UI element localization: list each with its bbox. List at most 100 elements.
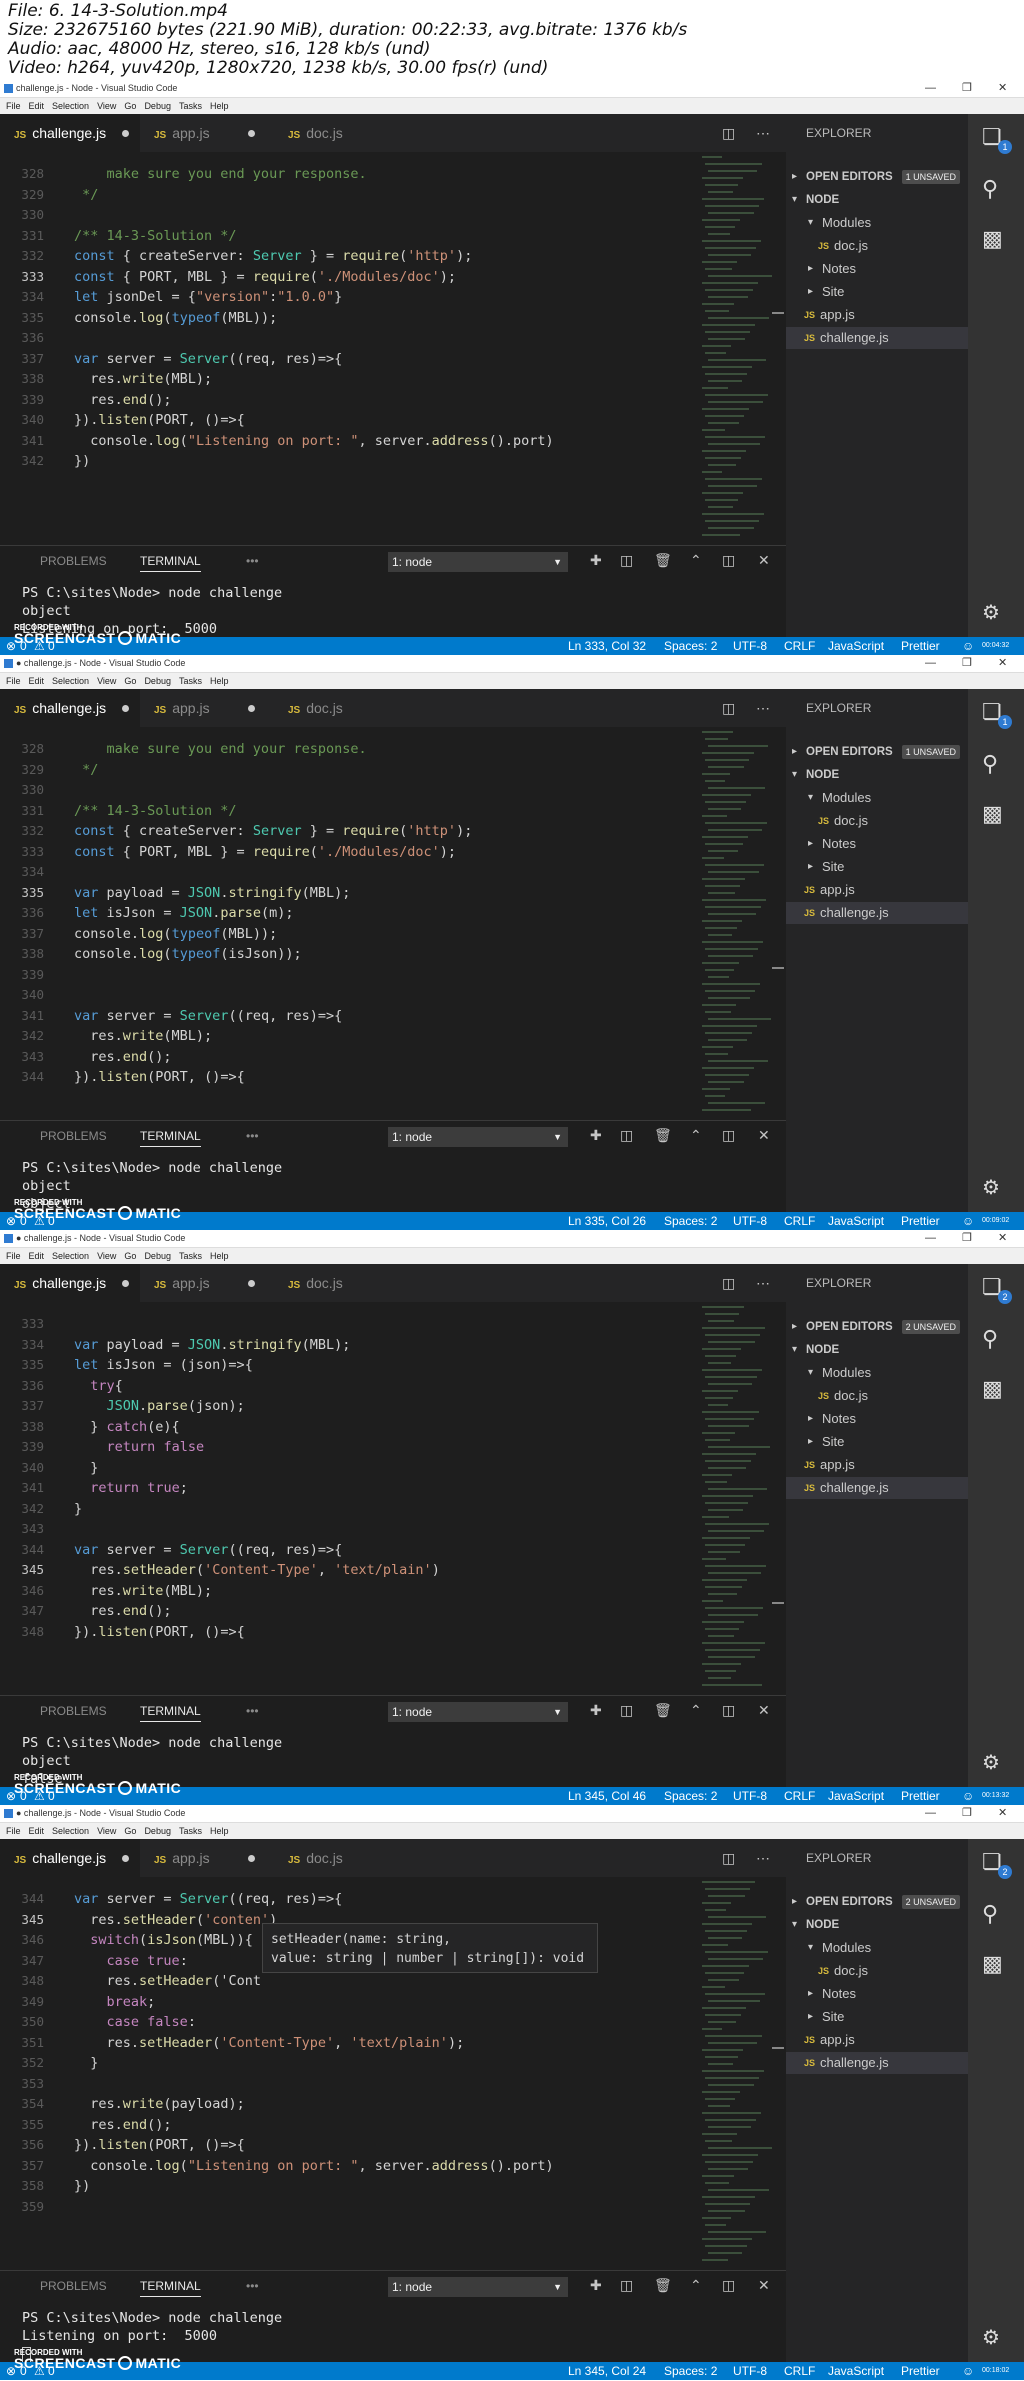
code-line[interactable]: console.log("Listening on port: ", serve… bbox=[74, 2156, 553, 2176]
minimize-icon[interactable]: — bbox=[925, 80, 936, 97]
tab-doc-js[interactable]: JS doc.js bbox=[274, 689, 394, 727]
code-line[interactable]: let isJson = JSON.parse(m); bbox=[74, 903, 293, 923]
kill-terminal-icon[interactable]: 🗑 bbox=[654, 552, 672, 569]
code-line[interactable]: }) bbox=[74, 2176, 90, 2196]
gear-icon[interactable]: ⚙ bbox=[982, 1175, 1000, 1200]
prettier-status[interactable]: Prettier bbox=[901, 2362, 940, 2380]
cursor-position[interactable]: Ln 345, Col 24 bbox=[568, 2362, 646, 2380]
node-folder[interactable]: ▾ NODE bbox=[786, 189, 968, 211]
code-line[interactable]: }).listen(PORT, ()=>{ bbox=[74, 410, 245, 430]
code-editor[interactable]: 328 make sure you end your response. 329 … bbox=[0, 727, 786, 1120]
menu-item[interactable]: Tasks bbox=[179, 1251, 202, 1261]
site-folder[interactable]: ▸ Site bbox=[786, 856, 968, 878]
notes-folder[interactable]: ▸ Notes bbox=[786, 1408, 968, 1430]
code-line[interactable]: return true; bbox=[74, 1478, 188, 1498]
toggle-panel-icon[interactable]: ◫ bbox=[722, 2277, 735, 2294]
open-editors-header[interactable]: ▸ OPEN EDITORS 2 UNSAVED bbox=[786, 1316, 968, 1338]
cursor-position[interactable]: Ln 345, Col 46 bbox=[568, 1787, 646, 1805]
code-line[interactable]: break; bbox=[74, 1992, 156, 2012]
maximize-icon[interactable]: ❐ bbox=[962, 80, 972, 97]
code-line[interactable]: case true: bbox=[74, 1951, 188, 1971]
split-editor-icon[interactable]: ◫ bbox=[722, 114, 735, 152]
code-line[interactable]: } bbox=[74, 1499, 82, 1519]
challenge-js-file[interactable]: JS challenge.js bbox=[786, 1477, 968, 1499]
menu-item[interactable]: File bbox=[6, 1826, 21, 1836]
code-line[interactable]: case false: bbox=[74, 2012, 196, 2032]
menu-item[interactable]: Tasks bbox=[179, 676, 202, 686]
toggle-panel-icon[interactable]: ◫ bbox=[722, 1127, 735, 1144]
search-icon[interactable]: ⚲ bbox=[982, 751, 998, 777]
minimize-icon[interactable]: — bbox=[925, 655, 936, 672]
code-line[interactable]: res.end(); bbox=[74, 1047, 171, 1067]
code-line[interactable]: res.write(MBL); bbox=[74, 1026, 212, 1046]
code-line[interactable]: const { PORT, MBL } = require('./Modules… bbox=[74, 267, 456, 287]
site-folder[interactable]: ▸ Site bbox=[786, 2006, 968, 2028]
split-terminal-icon[interactable]: ◫ bbox=[620, 1702, 633, 1719]
notes-folder[interactable]: ▸ Notes bbox=[786, 258, 968, 280]
language-mode[interactable]: JavaScript bbox=[828, 2362, 884, 2380]
new-terminal-icon[interactable]: ✚ bbox=[590, 1702, 602, 1719]
menu-item[interactable]: Go bbox=[124, 1826, 136, 1836]
minimize-icon[interactable]: — bbox=[925, 1230, 936, 1247]
code-editor[interactable]: 328 make sure you end your response. 329 … bbox=[0, 152, 786, 545]
challenge-js-file[interactable]: JS challenge.js bbox=[786, 2052, 968, 2074]
app-js-file[interactable]: JS app.js bbox=[786, 304, 968, 326]
app-js-file[interactable]: JS app.js bbox=[786, 879, 968, 901]
menu-item[interactable]: Selection bbox=[52, 676, 89, 686]
code-line[interactable]: var server = Server((req, res)=>{ bbox=[74, 349, 342, 369]
indentation[interactable]: Spaces: 2 bbox=[664, 2362, 717, 2380]
doc-js-file[interactable]: JS doc.js bbox=[786, 235, 968, 257]
gear-icon[interactable]: ⚙ bbox=[982, 2325, 1000, 2350]
more-actions-icon[interactable]: ⋯ bbox=[756, 689, 770, 727]
line-ending[interactable]: CRLF bbox=[784, 1212, 815, 1230]
code-line[interactable]: make sure you end your response. bbox=[74, 164, 367, 184]
menu-item[interactable]: Go bbox=[124, 101, 136, 111]
minimap[interactable] bbox=[700, 727, 772, 1120]
code-line[interactable]: const { PORT, MBL } = require('./Modules… bbox=[74, 842, 456, 862]
tab-terminal[interactable]: TERMINAL bbox=[140, 1704, 201, 1722]
code-line[interactable]: }) bbox=[74, 451, 90, 471]
kill-terminal-icon[interactable]: 🗑 bbox=[654, 1127, 672, 1144]
code-line[interactable]: res.setHeader('Cont bbox=[74, 1971, 261, 1991]
tab-problems[interactable]: PROBLEMS bbox=[40, 1704, 107, 1718]
terminal-select[interactable]: 1: node ▼ bbox=[388, 1702, 568, 1722]
modules-folder[interactable]: ▾ Modules bbox=[786, 787, 968, 809]
gear-icon[interactable]: ⚙ bbox=[982, 600, 1000, 625]
tab-challenge-js[interactable]: JS challenge.js bbox=[0, 1839, 140, 1877]
code-line[interactable]: res.setHeader('Content-Type', 'text/plai… bbox=[74, 2033, 465, 2053]
terminal-select[interactable]: 1: node ▼ bbox=[388, 2277, 568, 2297]
cursor-position[interactable]: Ln 333, Col 32 bbox=[568, 637, 646, 655]
menu-item[interactable]: Debug bbox=[144, 1826, 171, 1836]
site-folder[interactable]: ▸ Site bbox=[786, 281, 968, 303]
search-icon[interactable]: ⚲ bbox=[982, 1326, 998, 1352]
app-js-file[interactable]: JS app.js bbox=[786, 2029, 968, 2051]
tab-app-js[interactable]: JS app.js bbox=[140, 689, 274, 727]
open-editors-header[interactable]: ▸ OPEN EDITORS 1 UNSAVED bbox=[786, 166, 968, 188]
split-terminal-icon[interactable]: ◫ bbox=[620, 552, 633, 569]
challenge-js-file[interactable]: JS challenge.js bbox=[786, 902, 968, 924]
menu-item[interactable]: Tasks bbox=[179, 101, 202, 111]
indentation[interactable]: Spaces: 2 bbox=[664, 637, 717, 655]
encoding[interactable]: UTF-8 bbox=[733, 637, 767, 655]
modules-folder[interactable]: ▾ Modules bbox=[786, 1362, 968, 1384]
code-line[interactable]: make sure you end your response. bbox=[74, 739, 367, 759]
tab-doc-js[interactable]: JS doc.js bbox=[274, 1839, 394, 1877]
terminal-select[interactable]: 1: node ▼ bbox=[388, 552, 568, 572]
more-actions-icon[interactable]: ⋯ bbox=[756, 1839, 770, 1877]
modules-folder[interactable]: ▾ Modules bbox=[786, 1937, 968, 1959]
panel-more-icon[interactable]: ••• bbox=[246, 1129, 259, 1143]
tab-app-js[interactable]: JS app.js bbox=[140, 1264, 274, 1302]
code-line[interactable]: res.end(); bbox=[74, 1601, 171, 1621]
menu-item[interactable]: Tasks bbox=[179, 1826, 202, 1836]
terminal-select[interactable]: 1: node ▼ bbox=[388, 1127, 568, 1147]
notes-folder[interactable]: ▸ Notes bbox=[786, 1983, 968, 2005]
gear-icon[interactable]: ⚙ bbox=[982, 1750, 1000, 1775]
menu-item[interactable]: Help bbox=[210, 1826, 229, 1836]
code-editor[interactable]: 333 334 var payload = JSON.stringify(MBL);… bbox=[0, 1302, 786, 1695]
minimap[interactable] bbox=[700, 1877, 772, 2270]
maximize-panel-icon[interactable]: ⌃ bbox=[690, 552, 702, 569]
code-line[interactable]: res.write(payload); bbox=[74, 2094, 244, 2114]
close-icon[interactable]: ✕ bbox=[998, 655, 1007, 672]
code-line[interactable]: var payload = JSON.stringify(MBL); bbox=[74, 883, 350, 903]
panel-more-icon[interactable]: ••• bbox=[246, 554, 259, 568]
